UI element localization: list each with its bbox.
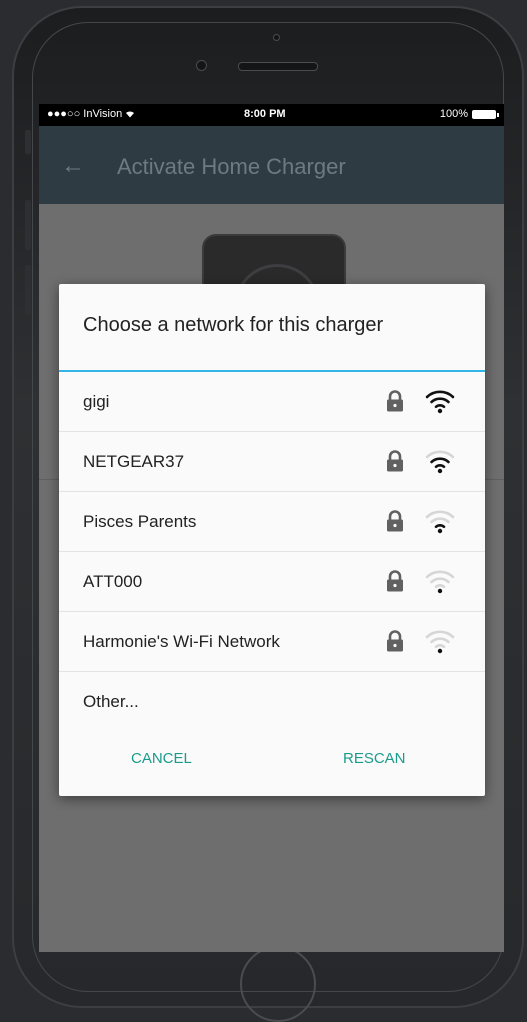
battery-percent: 100% xyxy=(439,108,468,120)
other-network-label: Other... xyxy=(83,692,139,711)
lock-icon xyxy=(385,450,405,472)
status-bar: ●●●○○ InVision 8:00 PM 100% xyxy=(39,104,504,126)
network-name: gigi xyxy=(83,392,110,411)
volume-up-button xyxy=(25,200,31,250)
arrow-left-icon[interactable]: ← xyxy=(61,152,85,180)
network-dialog: Choose a network for this charger gigi NE… xyxy=(59,284,485,796)
rescan-button[interactable]: RESCAN xyxy=(343,750,406,767)
phone-camera xyxy=(196,60,207,71)
other-network-row[interactable]: Other... xyxy=(59,672,485,732)
wifi-signal-icon xyxy=(425,388,455,414)
network-row[interactable]: gigi xyxy=(59,372,485,432)
network-row[interactable]: NETGEAR37 xyxy=(59,432,485,492)
dialog-title: Choose a network for this charger xyxy=(83,314,384,336)
home-button[interactable] xyxy=(240,946,316,1022)
battery-icon xyxy=(472,109,499,119)
network-row[interactable]: Harmonie's Wi-Fi Network xyxy=(59,612,485,672)
page-title: Activate Home Charger xyxy=(117,154,346,179)
lock-icon xyxy=(385,390,405,412)
wifi-signal-icon xyxy=(425,508,455,534)
network-name: NETGEAR37 xyxy=(83,452,185,471)
network-name: ATT000 xyxy=(83,572,143,591)
network-row[interactable]: ATT000 xyxy=(59,552,485,612)
carrier-label: ●●●○○ InVision xyxy=(47,108,135,120)
phone-screen: ●●●○○ InVision 8:00 PM 100% ← Activate H… xyxy=(39,104,504,952)
wifi-signal-icon xyxy=(425,568,455,594)
phone-speaker xyxy=(238,62,318,71)
network-row[interactable]: Pisces Parents xyxy=(59,492,485,552)
lock-icon xyxy=(385,570,405,592)
network-name: Harmonie's Wi-Fi Network xyxy=(83,632,280,651)
wifi-signal-icon xyxy=(425,448,455,474)
mute-switch xyxy=(25,130,31,154)
app-bar: ← Activate Home Charger xyxy=(39,126,504,204)
wifi-status-icon xyxy=(126,111,135,118)
phone-sensor xyxy=(273,34,280,41)
network-name: Pisces Parents xyxy=(83,512,197,531)
battery-status: 100% xyxy=(439,108,499,120)
volume-down-button xyxy=(25,265,31,315)
wifi-signal-icon xyxy=(425,628,455,654)
network-list: gigi NETGEAR37 Pisces Parents ATT000 Harmoni… xyxy=(59,372,485,732)
lock-icon xyxy=(385,510,405,532)
lock-icon xyxy=(385,630,405,652)
status-time: 8:00 PM xyxy=(244,108,286,120)
cancel-button[interactable]: CANCEL xyxy=(131,750,192,767)
